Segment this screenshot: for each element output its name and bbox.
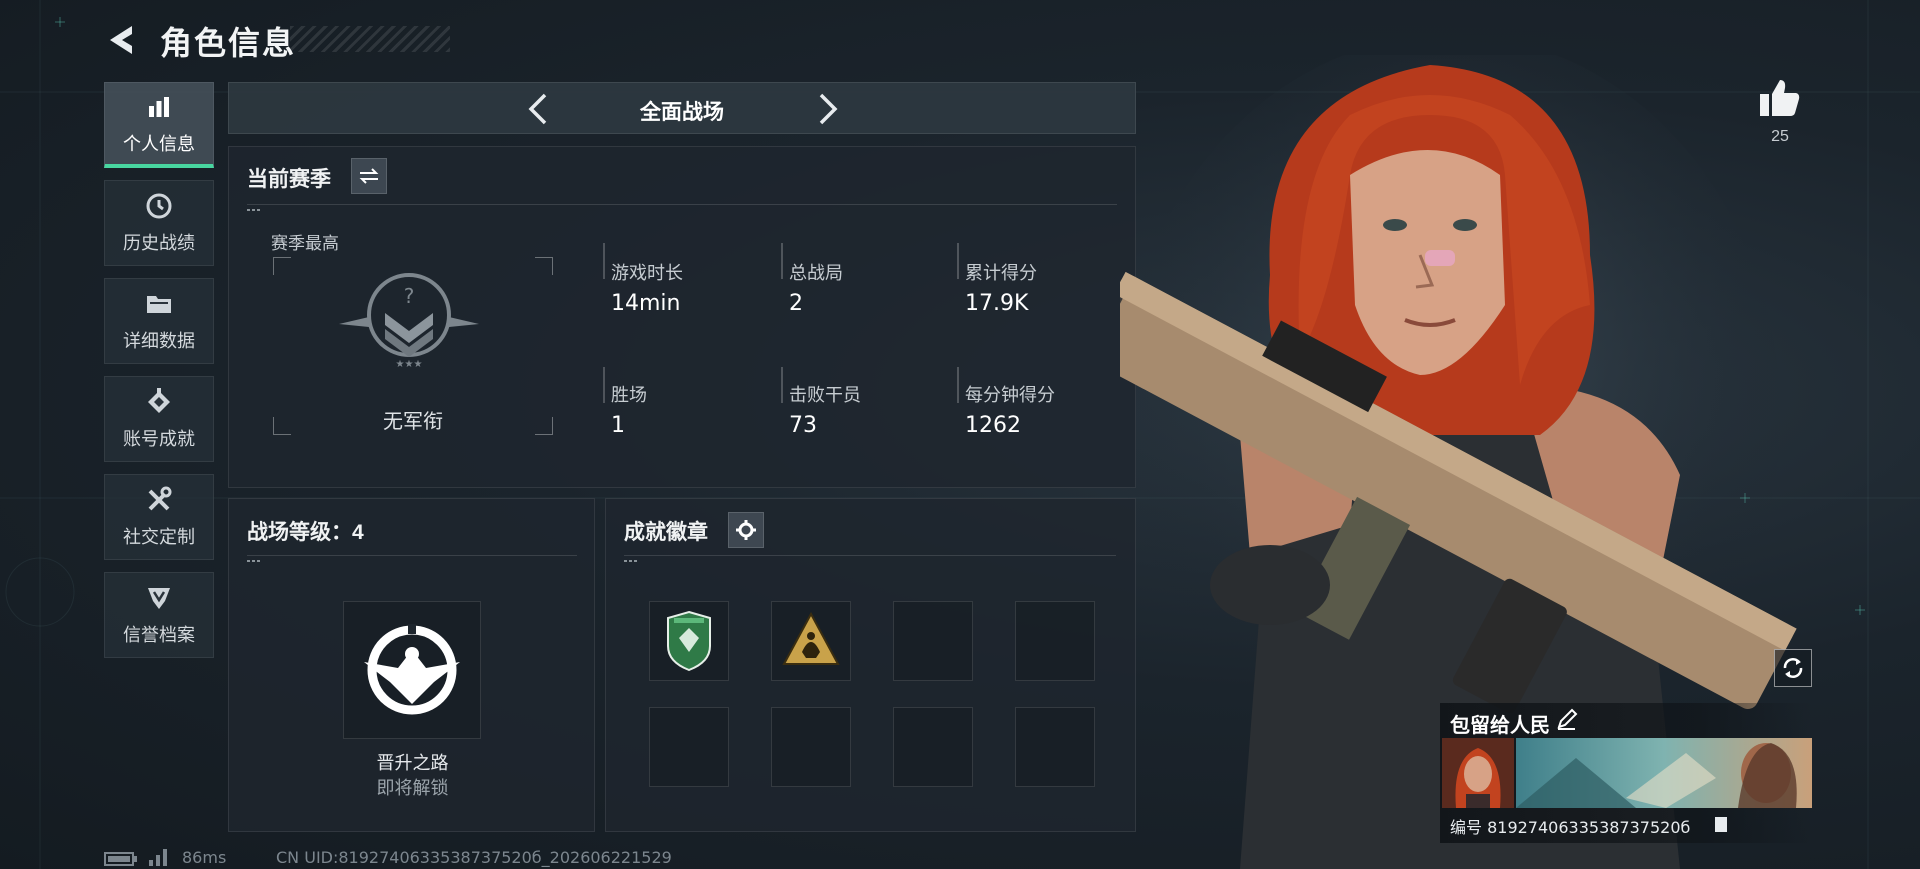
title-decoration — [290, 26, 450, 52]
stat-label: 总战局 — [789, 263, 843, 283]
badge-slot[interactable] — [649, 707, 729, 787]
stat-separator — [603, 367, 605, 403]
stat-value: 2 — [789, 291, 803, 316]
sidebar-item-label: 详细数据 — [123, 331, 195, 351]
signal-icon — [149, 849, 167, 866]
stat-separator — [957, 243, 959, 279]
sidebar-item-label: 信誉档案 — [123, 625, 195, 645]
edit-pencil-icon[interactable] — [1555, 707, 1579, 731]
stat-label: 游戏时长 — [611, 263, 683, 283]
sidebar-item-social-custom[interactable]: 社交定制 — [104, 474, 214, 560]
page-title: 角色信息 — [160, 25, 297, 61]
rank-name: 无军衔 — [383, 411, 443, 433]
folder-icon — [144, 289, 174, 319]
season-best-label: 赛季最高 — [271, 234, 339, 253]
level-title: 战场等级：4 — [247, 521, 364, 544]
clock-icon — [144, 191, 174, 221]
switch-season-button[interactable] — [351, 158, 387, 194]
mode-title: 全面战场 — [640, 101, 724, 124]
divider-marks — [247, 209, 260, 211]
season-panel: 当前赛季 赛季最高 ? ★★★ 无军衔 游戏时长 14min 总战局 2 累计得… — [228, 146, 1136, 488]
divider — [247, 204, 1117, 205]
sidebar-item-label: 个人信息 — [123, 133, 195, 154]
badge-slot[interactable] — [893, 707, 973, 787]
uid-footer: CN UID:8192740633538737520б_202606221529 — [276, 848, 672, 867]
stat-separator — [781, 367, 783, 403]
battery-icon — [104, 852, 137, 866]
chevron-right-icon[interactable] — [807, 89, 847, 129]
player-uid: 编号 8192740633538737520б — [1450, 818, 1691, 837]
season-title: 当前赛季 — [247, 168, 331, 191]
gold-triangle-badge-icon — [782, 611, 840, 665]
ping-value: 86ms — [182, 848, 227, 867]
frame-corner — [535, 257, 553, 275]
sidebar-item-credit-record[interactable]: 信誉档案 — [104, 572, 214, 658]
player-banner[interactable] — [1516, 738, 1812, 808]
promotion-path-title: 晋升之路 — [376, 753, 449, 773]
green-shield-badge-icon — [667, 610, 711, 672]
copy-icon[interactable] — [1713, 815, 1729, 833]
like-count: 25 — [1771, 128, 1789, 145]
divider — [624, 555, 1116, 556]
sidebar-item-personal-info[interactable]: 个人信息 — [104, 82, 214, 168]
achievement-badges-panel: 成就徽章 — [605, 498, 1136, 832]
rotate-view-button[interactable] — [1774, 649, 1812, 687]
badge-slot[interactable] — [1015, 601, 1095, 681]
stat-separator — [603, 243, 605, 279]
player-avatar[interactable] — [1442, 738, 1514, 808]
battlefield-level-panel: 战场等级：4 晋升之路 即将解锁 — [228, 498, 595, 832]
rank-emblem-icon: ? ★★★ — [339, 273, 479, 369]
bar-chart-icon — [144, 92, 174, 122]
tools-icon — [144, 485, 174, 515]
sidebar-item-label: 历史战绩 — [123, 233, 195, 253]
stat-value: 1 — [611, 413, 625, 438]
player-name: 包留给人民 — [1450, 715, 1550, 737]
stat-label: 击败干员 — [789, 385, 861, 405]
badge-slot[interactable] — [771, 707, 851, 787]
promotion-path-status: 即将解锁 — [376, 778, 449, 798]
divider-marks — [247, 560, 260, 562]
shield-icon — [144, 583, 174, 613]
stat-label: 累计得分 — [965, 263, 1037, 283]
badge-slot[interactable] — [649, 601, 729, 681]
sidebar-item-achievements[interactable]: 账号成就 — [104, 376, 214, 462]
frame-corner — [273, 257, 291, 275]
stat-label: 每分钟得分 — [965, 385, 1055, 405]
eagle-emblem-icon — [364, 624, 460, 715]
stat-value: 17.9K — [965, 291, 1029, 316]
refresh-icon — [1783, 658, 1803, 678]
stat-value: 1262 — [965, 413, 1021, 438]
stat-value: 73 — [789, 413, 817, 438]
svg-text:?: ? — [404, 284, 415, 308]
badges-title: 成就徽章 — [624, 521, 708, 544]
stat-separator — [781, 243, 783, 279]
stat-label: 胜场 — [611, 385, 647, 405]
badge-slot[interactable] — [893, 601, 973, 681]
sidebar-item-label: 社交定制 — [123, 527, 195, 547]
swap-icon — [359, 168, 379, 184]
sidebar-item-label: 账号成就 — [123, 429, 195, 449]
sidebar-item-detailed-data[interactable]: 详细数据 — [104, 278, 214, 364]
thumbs-up-icon[interactable] — [1758, 78, 1802, 118]
stat-value: 14min — [611, 291, 681, 316]
badge-slot[interactable] — [1015, 707, 1095, 787]
back-arrow-icon[interactable] — [102, 20, 142, 60]
divider — [247, 555, 577, 556]
badge-settings-button[interactable] — [728, 512, 764, 548]
sidebar-item-match-history[interactable]: 历史战绩 — [104, 180, 214, 266]
promotion-path-button[interactable] — [343, 601, 481, 739]
svg-text:★★★: ★★★ — [396, 359, 423, 369]
badge-slot[interactable] — [771, 601, 851, 681]
stat-separator — [957, 367, 959, 403]
divider-marks — [624, 560, 637, 562]
gear-icon — [736, 520, 756, 540]
achievement-icon — [144, 387, 174, 417]
mode-selector: 全面战场 — [228, 82, 1136, 134]
